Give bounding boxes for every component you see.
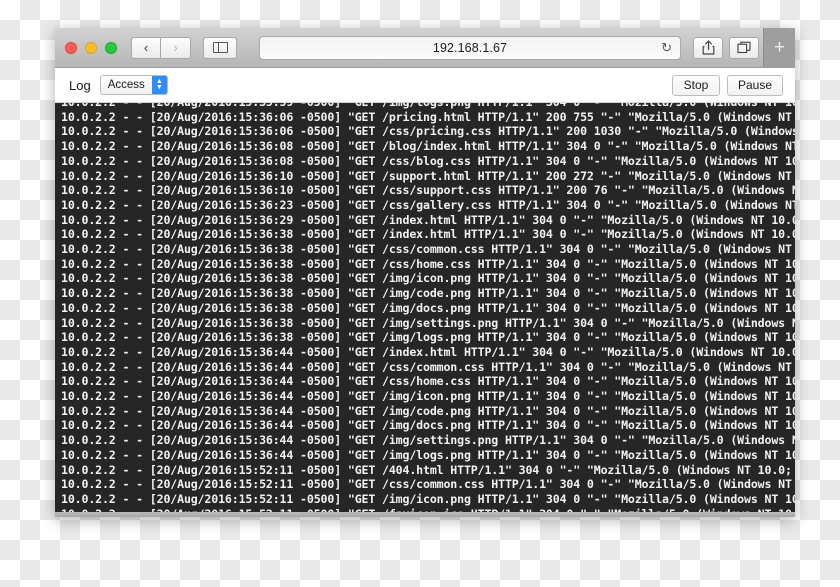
stop-button[interactable]: Stop [671,74,720,96]
log-label: Log [69,77,91,93]
log-line: 10.0.2.2 - - [20/Aug/2016:15:36:10 -0500… [61,168,792,183]
log-line: 10.0.2.2 - - [20/Aug/2016:15:36:44 -0500… [61,389,795,404]
log-line-list: 10.0.2.2 - - [20/Aug/2016:15:35:59 -0500… [55,103,795,512]
log-line: 10.0.2.2 - - [20/Aug/2016:15:36:38 -0500… [61,286,795,301]
log-line: 10.0.2.2 - - [20/Aug/2016:15:36:10 -0500… [61,183,795,198]
log-type-select-value: Access [107,79,145,91]
log-action-buttons: Stop Pause [671,74,783,96]
log-line: 10.0.2.2 - - [20/Aug/2016:15:36:08 -0500… [61,139,795,154]
traffic-light-group [65,41,117,54]
share-button[interactable] [693,36,723,59]
navigation-buttons: ‹ › [131,36,191,59]
chevron-updown-icon: ▲ ▼ [151,76,167,94]
log-line: 10.0.2.2 - - [20/Aug/2016:15:36:38 -0500… [61,227,795,242]
log-line: 10.0.2.2 - - [20/Aug/2016:15:36:08 -0500… [61,153,795,168]
share-icon [702,40,714,55]
log-line: 10.0.2.2 - - [20/Aug/2016:15:36:06 -0500… [61,109,792,124]
new-tab-button[interactable]: + [763,28,795,67]
log-viewer-toolbar: Log Access ▲ ▼ Stop Pause [55,68,795,103]
log-line: 10.0.2.2 - - [20/Aug/2016:15:36:38 -0500… [61,315,795,330]
log-line: 10.0.2.2 - - [20/Aug/2016:15:36:38 -0500… [61,271,795,286]
plus-icon: + [773,37,786,58]
log-line: 10.0.2.2 - - [20/Aug/2016:15:36:23 -0500… [61,197,795,212]
log-line: 10.0.2.2 - - [20/Aug/2016:15:36:44 -0500… [61,433,795,448]
log-line: 10.0.2.2 - - [20/Aug/2016:15:36:38 -0500… [61,300,795,315]
log-line: 10.0.2.2 - - [20/Aug/2016:15:36:44 -0500… [61,403,795,418]
log-line: 10.0.2.2 - - [20/Aug/2016:15:36:38 -0500… [61,330,795,345]
zoom-window-button[interactable] [105,41,117,54]
log-line: 10.0.2.2 - - [20/Aug/2016:15:36:06 -0500… [61,124,795,139]
address-bar-url: 192.168.1.67 [432,40,508,55]
log-line: 10.0.2.2 - - [20/Aug/2016:15:36:44 -0500… [61,344,795,359]
log-line: 10.0.2.2 - - [20/Aug/2016:15:36:38 -0500… [61,242,792,257]
pause-button[interactable]: Pause [726,74,783,96]
log-line: 10.0.2.2 - - [20/Aug/2016:15:52:11 -0500… [61,462,795,477]
log-line: 10.0.2.2 - - [20/Aug/2016:15:52:11 -0500… [61,491,795,506]
sidebar-toggle-button[interactable] [203,36,237,59]
sidebar-icon [212,42,228,53]
log-line: 10.0.2.2 - - [20/Aug/2016:15:36:44 -0500… [61,359,792,374]
minimize-window-button[interactable] [85,41,97,54]
back-button[interactable]: ‹ [131,36,161,59]
address-bar[interactable]: 192.168.1.67 ↻ [259,35,681,60]
log-line: 10.0.2.2 - - [20/Aug/2016:15:52:11 -0500… [61,477,792,492]
titlebar-right-tools [693,36,759,59]
show-all-tabs-button[interactable] [729,36,759,59]
log-line: 10.0.2.2 - - [20/Aug/2016:15:52:11 -0500… [61,507,795,512]
chevron-down-glyph: ▼ [155,84,163,91]
forward-button[interactable]: › [161,36,191,59]
log-line: 10.0.2.2 - - [20/Aug/2016:15:36:44 -0500… [61,374,795,389]
window-titlebar: ‹ › 192.168.1.67 ↻ + [55,28,795,68]
log-line: 10.0.2.2 - - [20/Aug/2016:15:36:38 -0500… [61,256,795,271]
log-output-pane[interactable]: 10.0.2.2 - - [20/Aug/2016:15:35:59 -0500… [55,103,795,512]
log-line: 10.0.2.2 - - [20/Aug/2016:15:36:29 -0500… [61,212,795,227]
close-window-button[interactable] [65,41,77,54]
log-line: 10.0.2.2 - - [20/Aug/2016:15:36:44 -0500… [61,447,795,462]
chevron-right-icon: › [173,40,178,55]
log-line: 10.0.2.2 - - [20/Aug/2016:15:36:44 -0500… [61,418,795,433]
reload-icon[interactable]: ↻ [661,41,672,54]
tabs-icon [737,41,751,54]
chevron-left-icon: ‹ [143,40,149,55]
log-line: 10.0.2.2 - - [20/Aug/2016:15:35:59 -0500… [61,103,795,110]
window-bottom-edge [55,512,795,517]
log-type-select[interactable]: Access ▲ ▼ [99,75,168,95]
safari-window: ‹ › 192.168.1.67 ↻ + Log Access ▲ ▼ Stop… [55,28,795,517]
